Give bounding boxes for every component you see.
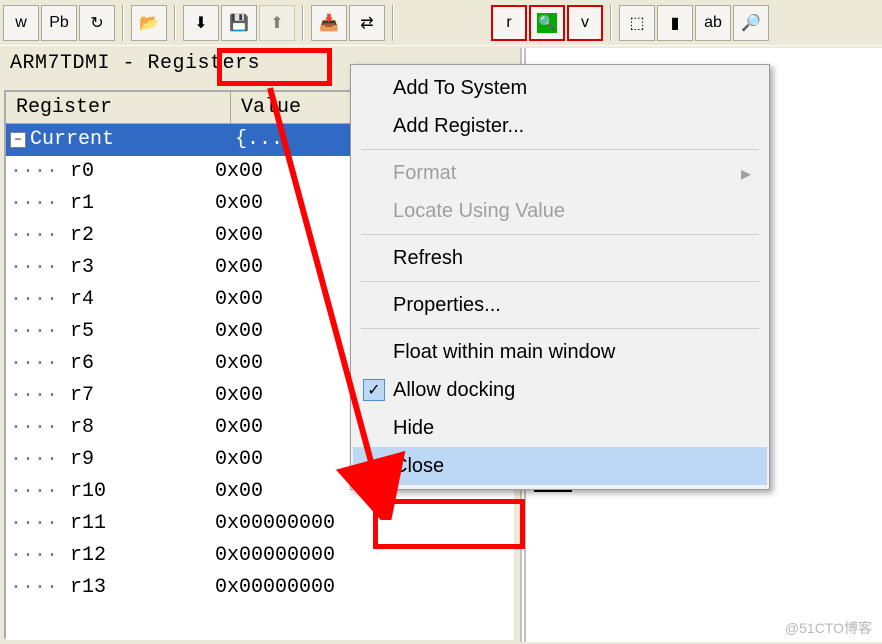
toolbar-btn-open[interactable]: 📂 [131, 5, 167, 41]
toolbar-btn-xfer[interactable]: ⇄ [349, 5, 385, 41]
mem-layout-icon: ⬚ [626, 12, 648, 34]
folder-open-icon: 📂 [138, 12, 160, 34]
collapse-icon[interactable]: − [10, 132, 26, 148]
ctx-add-to-system[interactable]: Add To System [353, 69, 767, 107]
ctx-refresh[interactable]: Refresh [353, 239, 767, 277]
tree-guide: ···· [10, 252, 70, 284]
registers-icon: r [498, 12, 520, 34]
ctx-format: Format ▸ [353, 154, 767, 192]
toolbar-btn-1[interactable]: w [3, 5, 39, 41]
refresh-icon: ↻ [86, 12, 108, 34]
toolbar-btn-registers[interactable]: r [491, 5, 527, 41]
tree-guide: ···· [10, 348, 70, 380]
variables-icon: v [574, 12, 596, 34]
workspace-icon: w [10, 12, 32, 34]
tree-guide: ···· [10, 412, 70, 444]
register-name: r8 [70, 412, 215, 444]
block-icon: ▮ [664, 12, 686, 34]
root-label: Current [30, 124, 235, 156]
toolbar-btn-save[interactable]: 💾 [221, 5, 257, 41]
register-name: r10 [70, 476, 215, 508]
check-icon: ✓ [363, 379, 385, 401]
tree-guide: ···· [10, 444, 70, 476]
toolbar-btn-load[interactable]: ⬇ [183, 5, 219, 41]
search-icon: 🔍 [537, 13, 557, 33]
watermark: @51CTO博客 [785, 618, 872, 638]
tree-guide: ···· [10, 508, 70, 540]
tree-guide: ···· [10, 572, 70, 604]
context-menu: Add To System Add Register... Format ▸ L… [350, 64, 770, 490]
register-value: 0x00000000 [215, 540, 512, 572]
toolbar-separator [174, 5, 176, 41]
tree-guide: ···· [10, 188, 70, 220]
chevron-right-icon: ▸ [741, 161, 751, 186]
save-icon: 💾 [228, 12, 250, 34]
register-name: r2 [70, 220, 215, 252]
register-name: r11 [70, 508, 215, 540]
register-name: r9 [70, 444, 215, 476]
toolbar-btn-13[interactable]: ⬚ [619, 5, 655, 41]
register-name: r4 [70, 284, 215, 316]
tree-guide: ···· [10, 284, 70, 316]
register-row[interactable]: ····r130x00000000 [6, 572, 512, 604]
toolbar-btn-3[interactable]: ↻ [79, 5, 115, 41]
transfer-icon: ⇄ [356, 12, 378, 34]
tree-guide: ···· [10, 156, 70, 188]
ctx-hide[interactable]: Hide [353, 409, 767, 447]
register-name: r7 [70, 380, 215, 412]
main-toolbar: w Pb ↻ 📂 ⬇ 💾 ⬆ 📥 ⇄ r 🔍 v ⬚ ▮ ab 🔎 [0, 0, 882, 46]
toolbar-btn-15[interactable]: ab [695, 5, 731, 41]
register-name: r1 [70, 188, 215, 220]
toolbar-btn-variables[interactable]: v [567, 5, 603, 41]
register-name: r5 [70, 316, 215, 348]
register-row[interactable]: ····r110x00000000 [6, 508, 512, 540]
ctx-separator [361, 234, 759, 235]
toolbar-btn-upload[interactable]: ⬆ [259, 5, 295, 41]
toolbar-btn-down2[interactable]: 📥 [311, 5, 347, 41]
column-register[interactable]: Register [6, 92, 231, 123]
ab-icon: ab [702, 12, 724, 34]
upload-icon: ⬆ [266, 12, 288, 34]
ctx-separator [361, 281, 759, 282]
register-row[interactable]: ····r120x00000000 [6, 540, 512, 572]
pb-icon: Pb [48, 12, 70, 34]
ctx-add-register[interactable]: Add Register... [353, 107, 767, 145]
download-mem-icon: 📥 [318, 12, 340, 34]
tree-guide: ···· [10, 220, 70, 252]
find-icon: 🔎 [740, 12, 762, 34]
ctx-properties[interactable]: Properties... [353, 286, 767, 324]
ctx-separator [361, 328, 759, 329]
register-name: r3 [70, 252, 215, 284]
ctx-separator [361, 149, 759, 150]
ctx-float-in-main[interactable]: Float within main window [353, 333, 767, 371]
toolbar-btn-2[interactable]: Pb [41, 5, 77, 41]
ctx-locate-using-value: Locate Using Value [353, 192, 767, 230]
toolbar-separator [392, 5, 394, 41]
tree-guide: ···· [10, 316, 70, 348]
register-name: r13 [70, 572, 215, 604]
toolbar-separator [302, 5, 304, 41]
register-name: r0 [70, 156, 215, 188]
load-icon: ⬇ [190, 12, 212, 34]
toolbar-separator [122, 5, 124, 41]
ctx-allow-docking[interactable]: ✓ Allow docking [353, 371, 767, 409]
ctx-close[interactable]: Close [353, 447, 767, 485]
toolbar-separator [610, 5, 612, 41]
toolbar-btn-14[interactable]: ▮ [657, 5, 693, 41]
toolbar-btn-search[interactable]: 🔍 [529, 5, 565, 41]
register-value: 0x00000000 [215, 572, 512, 604]
tree-guide: ···· [10, 476, 70, 508]
tree-guide: ···· [10, 380, 70, 412]
toolbar-btn-16[interactable]: 🔎 [733, 5, 769, 41]
register-name: r6 [70, 348, 215, 380]
register-value: 0x00000000 [215, 508, 512, 540]
register-name: r12 [70, 540, 215, 572]
tree-guide: ···· [10, 540, 70, 572]
